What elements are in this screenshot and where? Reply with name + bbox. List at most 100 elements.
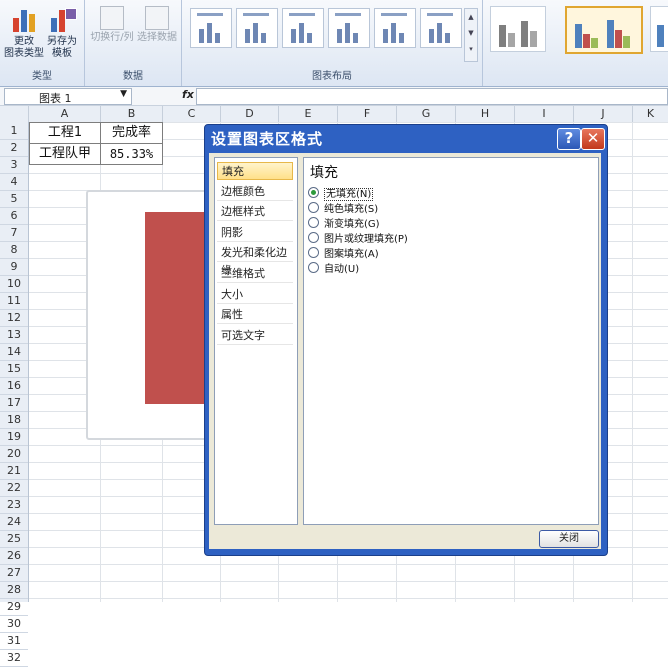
select-all-corner[interactable] [0, 106, 29, 122]
option-pattern-fill[interactable]: 图案填充(A) [308, 247, 379, 261]
column-header-h[interactable]: H [456, 106, 515, 122]
column-header-d[interactable]: D [221, 106, 279, 122]
row-header-22[interactable]: 22 [0, 479, 28, 497]
close-icon[interactable]: ✕ [581, 128, 605, 150]
change-chart-type-button[interactable]: 更改 图表类型 [4, 4, 44, 64]
row-header-9[interactable]: 9 [0, 258, 28, 276]
chevron-up-icon[interactable]: ▲ [465, 9, 477, 25]
nav-item-size[interactable]: 大小 [217, 286, 293, 304]
layout-2-thumbnail[interactable] [236, 8, 278, 48]
column-header-a[interactable]: A [29, 106, 101, 122]
row-header-20[interactable]: 20 [0, 445, 28, 463]
row-header-31[interactable]: 31 [0, 632, 28, 650]
nav-item-fill[interactable]: 填充 [217, 162, 293, 180]
chevron-down-icon[interactable]: ▼ [120, 89, 127, 99]
switch-row-column-button[interactable]: 切换行/列 [89, 4, 135, 64]
row-header-12[interactable]: 12 [0, 309, 28, 327]
chart-style-blue-thumbnail[interactable] [650, 6, 668, 52]
row-header-23[interactable]: 23 [0, 496, 28, 514]
radio-selected-icon[interactable] [308, 187, 319, 198]
option-no-fill[interactable]: 无填充(N) [308, 187, 374, 201]
row-header-28[interactable]: 28 [0, 581, 28, 599]
layout-5-thumbnail[interactable] [374, 8, 416, 48]
cell-b2[interactable]: 85.33% [100, 143, 163, 165]
nav-item-glow-soft-edges[interactable]: 发光和柔化边缘 [217, 244, 293, 277]
chevron-down-icon[interactable]: ▼ [465, 25, 477, 41]
row-header-15[interactable]: 15 [0, 360, 28, 378]
row-header-5[interactable]: 5 [0, 190, 28, 208]
radio-icon[interactable] [308, 262, 319, 273]
cell-a2[interactable]: 工程队甲 [29, 143, 101, 165]
row-header-6[interactable]: 6 [0, 207, 28, 225]
close-button[interactable]: 关闭 [539, 530, 599, 548]
radio-icon[interactable] [308, 247, 319, 258]
row-header-11[interactable]: 11 [0, 292, 28, 310]
column-header-e[interactable]: E [279, 106, 338, 122]
function-icon[interactable]: fx [182, 88, 194, 101]
chart-bar[interactable] [145, 212, 211, 404]
row-header-17[interactable]: 17 [0, 394, 28, 412]
row-header-32[interactable]: 32 [0, 649, 28, 667]
option-gradient-fill[interactable]: 渐变填充(G) [308, 217, 380, 231]
column-header-c[interactable]: C [163, 106, 221, 122]
row-header-27[interactable]: 27 [0, 564, 28, 582]
data-group: 切换行/列 选择数据 数据 [85, 0, 182, 86]
nav-item-border-style[interactable]: 边框样式 [217, 203, 293, 221]
nav-item-border-color[interactable]: 边框颜色 [217, 183, 293, 201]
row-header-3[interactable]: 3 [0, 156, 28, 174]
column-header-j[interactable]: J [574, 106, 633, 122]
nav-item-properties[interactable]: 属性 [217, 306, 293, 324]
row-header-16[interactable]: 16 [0, 377, 28, 395]
type-group: 更改 图表类型 另存为 模板 类型 [0, 0, 85, 86]
row-header-29[interactable]: 29 [0, 598, 28, 616]
row-header-10[interactable]: 10 [0, 275, 28, 293]
row-header-25[interactable]: 25 [0, 530, 28, 548]
row-header-13[interactable]: 13 [0, 326, 28, 344]
layout-gallery-scroll[interactable]: ▲ ▼ ▾ [464, 8, 478, 62]
row-header-7[interactable]: 7 [0, 224, 28, 242]
chart-style-color-thumbnail[interactable] [565, 6, 643, 54]
column-header-b[interactable]: B [101, 106, 163, 122]
nav-item-3d-format[interactable]: 三维格式 [217, 265, 293, 283]
option-gradient-fill-label: 渐变填充(G) [324, 219, 380, 230]
row-header-2[interactable]: 2 [0, 139, 28, 157]
row-header-30[interactable]: 30 [0, 615, 28, 633]
row-header-4[interactable]: 4 [0, 173, 28, 191]
more-icon[interactable]: ▾ [465, 41, 477, 57]
option-automatic[interactable]: 自动(U) [308, 262, 359, 276]
select-data-button[interactable]: 选择数据 [135, 4, 179, 64]
chart-style-gray-thumbnail[interactable] [490, 6, 546, 52]
column-header-g[interactable]: G [397, 106, 456, 122]
layout-1-thumbnail[interactable] [190, 8, 232, 48]
column-header-i[interactable]: I [515, 106, 574, 122]
row-header-24[interactable]: 24 [0, 513, 28, 531]
section-title: 填充 [310, 165, 338, 181]
column-header-k[interactable]: K [633, 106, 668, 122]
name-box[interactable]: 图表 1 ▼ [4, 88, 132, 105]
formula-input[interactable] [196, 88, 668, 105]
row-header-8[interactable]: 8 [0, 241, 28, 259]
radio-icon[interactable] [308, 202, 319, 213]
row-header-21[interactable]: 21 [0, 462, 28, 480]
option-solid-fill[interactable]: 纯色填充(S) [308, 202, 378, 216]
dialog-nav-list: 填充 边框颜色 边框样式 阴影 发光和柔化边缘 三维格式 大小 属性 可选文字 [214, 157, 298, 525]
layout-4-thumbnail[interactable] [328, 8, 370, 48]
column-header-f[interactable]: F [338, 106, 397, 122]
row-header-1[interactable]: 1 [0, 122, 28, 140]
cell-b1[interactable]: 完成率 [100, 122, 163, 144]
help-icon[interactable]: ? [557, 128, 581, 150]
row-header-18[interactable]: 18 [0, 411, 28, 429]
nav-item-shadow[interactable]: 阴影 [217, 224, 293, 242]
row-header-14[interactable]: 14 [0, 343, 28, 361]
radio-icon[interactable] [308, 217, 319, 228]
layout-6-thumbnail[interactable] [420, 8, 462, 48]
layout-3-thumbnail[interactable] [282, 8, 324, 48]
save-as-template-button[interactable]: 另存为 模板 [42, 4, 82, 64]
cell-a1[interactable]: 工程1 [29, 122, 101, 144]
row-header-19[interactable]: 19 [0, 428, 28, 446]
radio-icon[interactable] [308, 232, 319, 243]
nav-item-alt-text[interactable]: 可选文字 [217, 327, 293, 345]
change-chart-type-label: 更改 图表类型 [4, 36, 44, 59]
option-picture-fill[interactable]: 图片或纹理填充(P) [308, 232, 408, 246]
row-header-26[interactable]: 26 [0, 547, 28, 565]
